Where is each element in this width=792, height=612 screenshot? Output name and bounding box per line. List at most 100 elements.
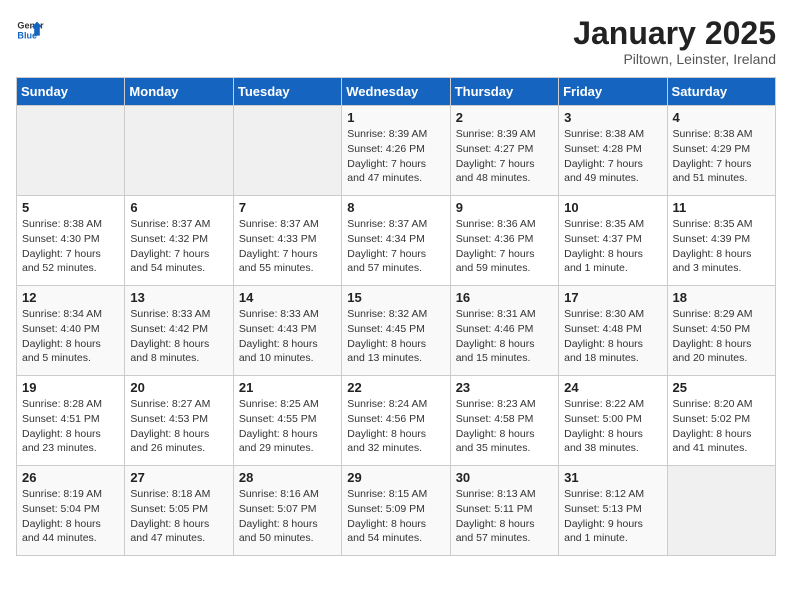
day-info: Sunrise: 8:37 AMSunset: 4:34 PMDaylight:… — [347, 217, 444, 276]
day-info: Sunrise: 8:23 AMSunset: 4:58 PMDaylight:… — [456, 397, 553, 456]
day-number: 14 — [239, 290, 336, 305]
month-title: January 2025 — [573, 16, 776, 51]
day-of-week-header: Saturday — [667, 78, 775, 106]
day-number: 8 — [347, 200, 444, 215]
day-info: Sunrise: 8:31 AMSunset: 4:46 PMDaylight:… — [456, 307, 553, 366]
calendar-cell: 10 Sunrise: 8:35 AMSunset: 4:37 PMDayligh… — [559, 196, 667, 286]
day-number: 29 — [347, 470, 444, 485]
day-number: 21 — [239, 380, 336, 395]
day-info: Sunrise: 8:24 AMSunset: 4:56 PMDaylight:… — [347, 397, 444, 456]
day-number: 20 — [130, 380, 227, 395]
calendar-cell — [17, 106, 125, 196]
day-info: Sunrise: 8:38 AMSunset: 4:28 PMDaylight:… — [564, 127, 661, 186]
calendar-cell: 7 Sunrise: 8:37 AMSunset: 4:33 PMDaylight… — [233, 196, 341, 286]
day-info: Sunrise: 8:38 AMSunset: 4:29 PMDaylight:… — [673, 127, 770, 186]
calendar-cell: 31 Sunrise: 8:12 AMSunset: 5:13 PMDayligh… — [559, 466, 667, 556]
day-info: Sunrise: 8:15 AMSunset: 5:09 PMDaylight:… — [347, 487, 444, 546]
day-number: 30 — [456, 470, 553, 485]
day-number: 19 — [22, 380, 119, 395]
calendar-cell: 30 Sunrise: 8:13 AMSunset: 5:11 PMDayligh… — [450, 466, 558, 556]
day-info: Sunrise: 8:38 AMSunset: 4:30 PMDaylight:… — [22, 217, 119, 276]
logo: General Blue — [16, 16, 44, 44]
calendar-cell: 25Sunrise: 8:20 AMSunset: 5:02 PMDayligh… — [667, 376, 775, 466]
calendar-cell — [125, 106, 233, 196]
calendar-cell: 16 Sunrise: 8:31 AMSunset: 4:46 PMDayligh… — [450, 286, 558, 376]
calendar-cell: 2 Sunrise: 8:39 AMSunset: 4:27 PMDaylight… — [450, 106, 558, 196]
day-info: Sunrise: 8:33 AMSunset: 4:42 PMDaylight:… — [130, 307, 227, 366]
day-of-week-header: Sunday — [17, 78, 125, 106]
day-number: 15 — [347, 290, 444, 305]
calendar-cell: 8 Sunrise: 8:37 AMSunset: 4:34 PMDaylight… — [342, 196, 450, 286]
day-info: Sunrise: 8:39 AMSunset: 4:27 PMDaylight:… — [456, 127, 553, 186]
location-subtitle: Piltown, Leinster, Ireland — [573, 51, 776, 67]
calendar-cell: 24Sunrise: 8:22 AMSunset: 5:00 PMDayligh… — [559, 376, 667, 466]
calendar-cell — [233, 106, 341, 196]
day-number: 23 — [456, 380, 553, 395]
page-header: General Blue January 2025 Piltown, Leins… — [16, 16, 776, 67]
day-info: Sunrise: 8:35 AMSunset: 4:37 PMDaylight:… — [564, 217, 661, 276]
calendar-week-row: 19 Sunrise: 8:28 AMSunset: 4:51 PMDayligh… — [17, 376, 776, 466]
day-info: Sunrise: 8:30 AMSunset: 4:48 PMDaylight:… — [564, 307, 661, 366]
day-number: 7 — [239, 200, 336, 215]
day-number: 24 — [564, 380, 661, 395]
calendar-cell: 15 Sunrise: 8:32 AMSunset: 4:45 PMDayligh… — [342, 286, 450, 376]
day-number: 18 — [673, 290, 770, 305]
day-number: 3 — [564, 110, 661, 125]
calendar-cell: 6 Sunrise: 8:37 AMSunset: 4:32 PMDaylight… — [125, 196, 233, 286]
calendar-header-row: SundayMondayTuesdayWednesdayThursdayFrid… — [17, 78, 776, 106]
day-info: Sunrise: 8:34 AMSunset: 4:40 PMDaylight:… — [22, 307, 119, 366]
day-number: 9 — [456, 200, 553, 215]
day-number: 5 — [22, 200, 119, 215]
day-number: 28 — [239, 470, 336, 485]
day-number: 4 — [673, 110, 770, 125]
calendar-cell: 14Sunrise: 8:33 AMSunset: 4:43 PMDayligh… — [233, 286, 341, 376]
day-info: Sunrise: 8:29 AMSunset: 4:50 PMDaylight:… — [673, 307, 770, 366]
day-number: 31 — [564, 470, 661, 485]
calendar-cell: 4 Sunrise: 8:38 AMSunset: 4:29 PMDaylight… — [667, 106, 775, 196]
title-block: January 2025 Piltown, Leinster, Ireland — [573, 16, 776, 67]
day-info: Sunrise: 8:25 AMSunset: 4:55 PMDaylight:… — [239, 397, 336, 456]
calendar-cell: 21 Sunrise: 8:25 AMSunset: 4:55 PMDayligh… — [233, 376, 341, 466]
day-info: Sunrise: 8:37 AMSunset: 4:33 PMDaylight:… — [239, 217, 336, 276]
calendar-cell: 20Sunrise: 8:27 AMSunset: 4:53 PMDayligh… — [125, 376, 233, 466]
day-number: 25 — [673, 380, 770, 395]
calendar-cell: 27Sunrise: 8:18 AMSunset: 5:05 PMDayligh… — [125, 466, 233, 556]
day-info: Sunrise: 8:32 AMSunset: 4:45 PMDaylight:… — [347, 307, 444, 366]
calendar-cell: 1Sunrise: 8:39 AMSunset: 4:26 PMDaylight… — [342, 106, 450, 196]
logo-icon: General Blue — [16, 16, 44, 44]
calendar-cell: 28 Sunrise: 8:16 AMSunset: 5:07 PMDayligh… — [233, 466, 341, 556]
day-info: Sunrise: 8:12 AMSunset: 5:13 PMDaylight:… — [564, 487, 661, 546]
day-info: Sunrise: 8:37 AMSunset: 4:32 PMDaylight:… — [130, 217, 227, 276]
calendar-table: SundayMondayTuesdayWednesdayThursdayFrid… — [16, 77, 776, 556]
day-of-week-header: Friday — [559, 78, 667, 106]
calendar-week-row: 1Sunrise: 8:39 AMSunset: 4:26 PMDaylight… — [17, 106, 776, 196]
calendar-cell: 23 Sunrise: 8:23 AMSunset: 4:58 PMDayligh… — [450, 376, 558, 466]
calendar-cell: 13Sunrise: 8:33 AMSunset: 4:42 PMDayligh… — [125, 286, 233, 376]
day-of-week-header: Monday — [125, 78, 233, 106]
calendar-cell — [667, 466, 775, 556]
day-number: 16 — [456, 290, 553, 305]
svg-text:Blue: Blue — [17, 30, 37, 40]
day-info: Sunrise: 8:16 AMSunset: 5:07 PMDaylight:… — [239, 487, 336, 546]
calendar-week-row: 12 Sunrise: 8:34 AMSunset: 4:40 PMDayligh… — [17, 286, 776, 376]
day-number: 10 — [564, 200, 661, 215]
day-number: 22 — [347, 380, 444, 395]
day-number: 2 — [456, 110, 553, 125]
calendar-cell: 22 Sunrise: 8:24 AMSunset: 4:56 PMDayligh… — [342, 376, 450, 466]
day-of-week-header: Wednesday — [342, 78, 450, 106]
calendar-cell: 18 Sunrise: 8:29 AMSunset: 4:50 PMDayligh… — [667, 286, 775, 376]
day-info: Sunrise: 8:36 AMSunset: 4:36 PMDaylight:… — [456, 217, 553, 276]
day-of-week-header: Tuesday — [233, 78, 341, 106]
day-number: 17 — [564, 290, 661, 305]
day-info: Sunrise: 8:28 AMSunset: 4:51 PMDaylight:… — [22, 397, 119, 456]
day-number: 27 — [130, 470, 227, 485]
day-number: 12 — [22, 290, 119, 305]
calendar-cell: 12 Sunrise: 8:34 AMSunset: 4:40 PMDayligh… — [17, 286, 125, 376]
calendar-cell: 26Sunrise: 8:19 AMSunset: 5:04 PMDayligh… — [17, 466, 125, 556]
calendar-cell: 29 Sunrise: 8:15 AMSunset: 5:09 PMDayligh… — [342, 466, 450, 556]
day-info: Sunrise: 8:13 AMSunset: 5:11 PMDaylight:… — [456, 487, 553, 546]
day-number: 6 — [130, 200, 227, 215]
day-info: Sunrise: 8:19 AMSunset: 5:04 PMDaylight:… — [22, 487, 119, 546]
day-info: Sunrise: 8:39 AMSunset: 4:26 PMDaylight:… — [347, 127, 444, 186]
calendar-cell: 17 Sunrise: 8:30 AMSunset: 4:48 PMDayligh… — [559, 286, 667, 376]
